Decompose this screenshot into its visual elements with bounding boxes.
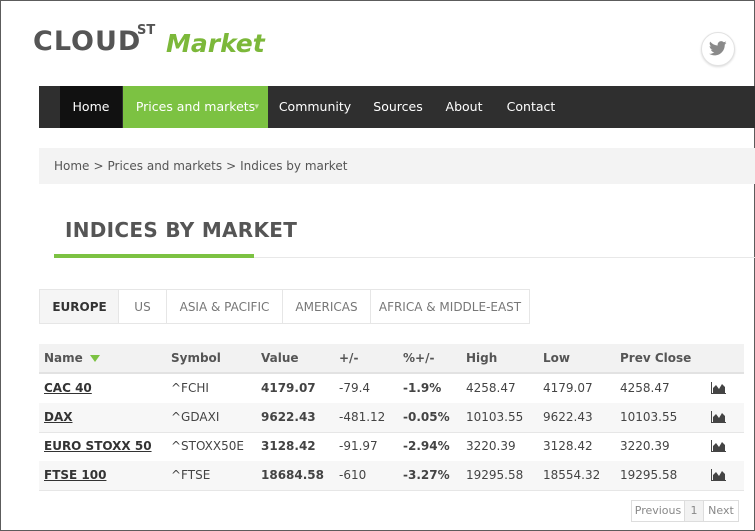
header-value[interactable]: Value <box>261 344 299 372</box>
index-change-percent: -2.94% <box>403 439 450 453</box>
twitter-button[interactable] <box>701 32 735 66</box>
index-value: 18684.58 <box>261 468 325 482</box>
index-high: 3220.39 <box>466 439 516 453</box>
chevron-down-icon: ▾ <box>254 102 259 112</box>
index-prev-close: 19295.58 <box>620 468 678 482</box>
index-symbol: ^FTSE <box>171 468 211 482</box>
index-prev-close: 10103.55 <box>620 410 678 424</box>
chart-button[interactable] <box>711 403 727 432</box>
title-underline <box>54 254 254 258</box>
logo-cloud-text: CLOUD <box>33 26 142 57</box>
nav-community[interactable]: Community <box>271 86 359 128</box>
index-change: -91.97 <box>339 439 378 453</box>
nav-contact[interactable]: Contact <box>501 86 561 128</box>
table-row: DAX ^GDAXI 9622.43 -481.12 -0.05% 10103.… <box>39 403 744 433</box>
twitter-icon <box>709 41 727 56</box>
breadcrumb-current: Indices by market <box>240 159 348 173</box>
page-title: INDICES BY MARKET <box>65 218 298 242</box>
index-value: 9622.43 <box>261 410 316 424</box>
index-change-percent: -1.9% <box>403 381 442 395</box>
index-high: 4258.47 <box>466 381 516 395</box>
tab-africa-middle-east[interactable]: AFRICA & MIDDLE-EAST <box>370 289 530 324</box>
table-row: EURO STOXX 50 ^STOXX50E 3128.42 -91.97 -… <box>39 432 744 462</box>
index-symbol: ^STOXX50E <box>171 439 244 453</box>
nav-sources-label: Sources <box>373 99 423 114</box>
header-name[interactable]: Name <box>44 344 100 372</box>
sort-down-icon <box>89 355 100 362</box>
nav-sources[interactable]: Sources <box>365 86 431 128</box>
index-change: -610 <box>339 468 367 482</box>
index-low: 9622.43 <box>543 410 593 424</box>
tab-europe[interactable]: EUROPE <box>39 289 119 324</box>
breadcrumb: Home > Prices and markets > Indices by marke… <box>39 148 755 184</box>
breadcrumb-home[interactable]: Home <box>54 159 89 173</box>
logo-market-text: Market <box>166 29 265 58</box>
index-change: -79.4 <box>339 381 371 395</box>
index-change-percent: -3.27% <box>403 468 450 482</box>
header-high[interactable]: High <box>466 344 497 372</box>
area-chart-icon <box>711 469 726 481</box>
index-low: 18554.32 <box>543 468 601 482</box>
nav-community-label: Community <box>278 99 352 114</box>
nav-prices-and-markets[interactable]: Prices and markets ▾ <box>123 86 268 128</box>
index-name-link[interactable]: CAC 40 <box>44 374 92 403</box>
chart-button[interactable] <box>711 461 727 490</box>
logo-st-text: ST <box>137 23 156 38</box>
header-name-label: Name <box>44 351 83 365</box>
nav-contact-label: Contact <box>506 99 556 114</box>
tab-us[interactable]: US <box>118 289 167 324</box>
tab-asia-pacific[interactable]: ASIA & PACIFIC <box>166 289 283 324</box>
area-chart-icon <box>711 382 726 394</box>
area-chart-icon <box>711 440 726 452</box>
header-prev-close[interactable]: Prev Close <box>620 344 691 372</box>
table-row: CAC 40 ^FCHI 4179.07 -79.4 -1.9% 4258.47… <box>39 374 744 404</box>
breadcrumb-prices-and-markets[interactable]: Prices and markets <box>108 159 223 173</box>
nav-about-label: About <box>445 99 483 114</box>
index-high: 19295.58 <box>466 468 524 482</box>
pagination-page-1[interactable]: 1 <box>684 500 704 522</box>
nav-prices-label: Prices and markets <box>135 99 256 114</box>
index-value: 3128.42 <box>261 439 316 453</box>
tab-africa-middle-east-label: AFRICA & MIDDLE-EAST <box>378 300 522 314</box>
tab-americas[interactable]: AMERICAS <box>282 289 371 324</box>
index-change-percent: -0.05% <box>403 410 450 424</box>
index-symbol: ^GDAXI <box>171 410 220 424</box>
pagination-next-button[interactable]: Next <box>703 500 739 522</box>
header-symbol[interactable]: Symbol <box>171 344 221 372</box>
pagination-previous-button[interactable]: Previous <box>631 500 685 522</box>
chart-button[interactable] <box>711 432 727 461</box>
main-nav: Home Prices and markets ▾ Community Sour… <box>39 86 755 128</box>
header-change[interactable]: +/- <box>339 344 358 372</box>
index-change: -481.12 <box>339 410 386 424</box>
area-chart-icon <box>711 411 726 423</box>
index-symbol: ^FCHI <box>171 381 209 395</box>
index-low: 4179.07 <box>543 381 593 395</box>
tab-americas-label: AMERICAS <box>295 300 358 314</box>
nav-home[interactable]: Home <box>60 86 122 128</box>
chart-button[interactable] <box>711 374 727 403</box>
header-change-percent[interactable]: %+/- <box>403 344 434 372</box>
tab-us-label: US <box>134 300 151 314</box>
index-value: 4179.07 <box>261 381 316 395</box>
nav-home-label: Home <box>72 99 110 114</box>
tab-europe-label: EUROPE <box>52 300 107 314</box>
breadcrumb-separator: > <box>226 159 237 173</box>
index-name-link[interactable]: FTSE 100 <box>44 461 106 490</box>
nav-about[interactable]: About <box>440 86 488 128</box>
index-low: 3128.42 <box>543 439 593 453</box>
tab-asia-pacific-label: ASIA & PACIFIC <box>179 300 270 314</box>
index-high: 10103.55 <box>466 410 524 424</box>
header-low[interactable]: Low <box>543 344 570 372</box>
table-header: Name Symbol Value +/- %+/- High Low Prev… <box>39 344 744 374</box>
table-row: FTSE 100 ^FTSE 18684.58 -610 -3.27% 1929… <box>39 461 744 491</box>
index-name-link[interactable]: EURO STOXX 50 <box>44 432 152 461</box>
index-prev-close: 4258.47 <box>620 381 670 395</box>
breadcrumb-separator: > <box>93 159 104 173</box>
index-prev-close: 3220.39 <box>620 439 670 453</box>
index-name-link[interactable]: DAX <box>44 403 73 432</box>
